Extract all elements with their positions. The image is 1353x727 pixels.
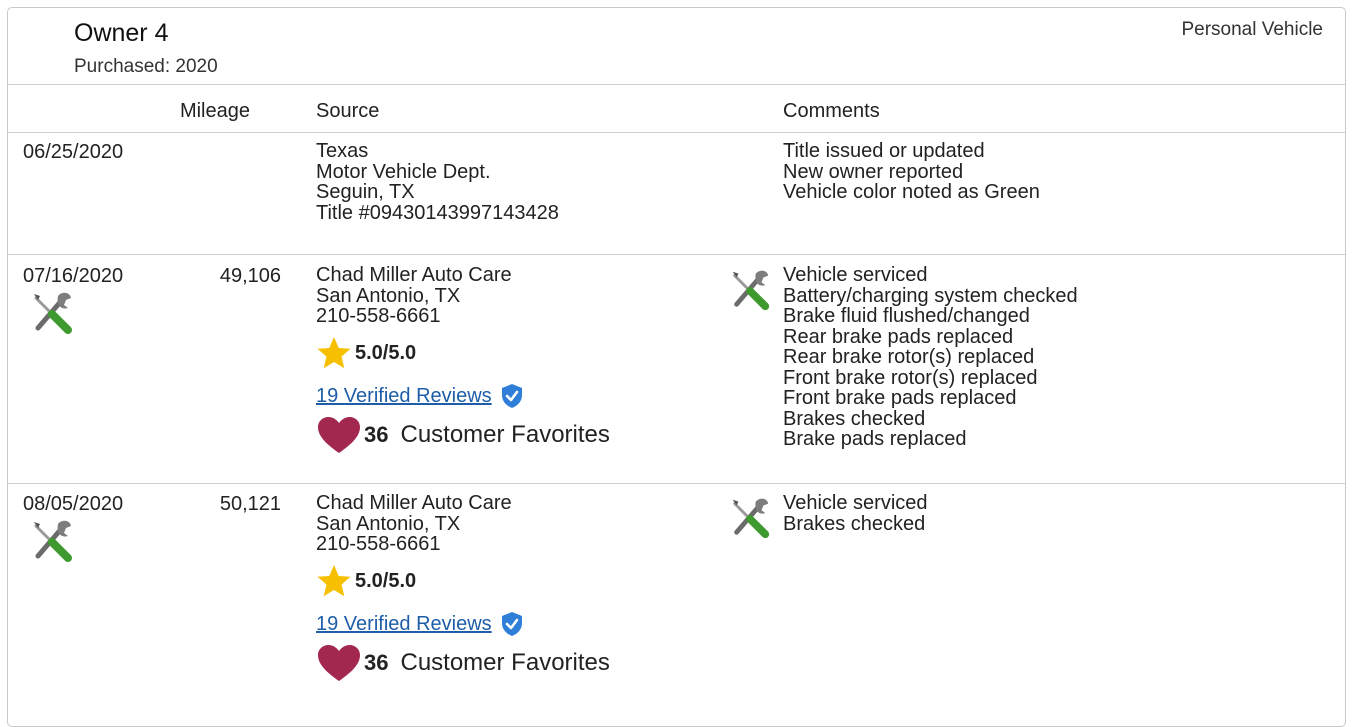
shop-location: San Antonio, TX	[316, 284, 461, 307]
comment-line: Title issued or updated	[783, 140, 985, 162]
header-divider	[8, 84, 1345, 85]
shop-rating: 5.0/5.0	[316, 563, 416, 599]
record-source: Texas Motor Vehicle Dept. Seguin, TX Tit…	[316, 141, 559, 223]
purchased-year: Purchased: 2020	[74, 56, 218, 77]
comment-line: New owner reported	[783, 160, 964, 183]
favorites-label: Customer Favorites	[400, 421, 610, 448]
heart-icon	[318, 417, 360, 453]
record-mileage: 49,106	[219, 265, 281, 287]
customer-favorites: 36 Customer Favorites	[316, 643, 610, 683]
wrench-screwdriver-icon	[28, 516, 76, 564]
record-date: 08/05/2020	[23, 493, 124, 515]
owner-history-card: Owner 4 Purchased: 2020 Personal Vehicle…	[7, 7, 1346, 727]
shop-name: Chad Miller Auto Care	[316, 492, 512, 514]
shop-location: San Antonio, TX	[316, 512, 461, 535]
reviews-label[interactable]: 19 Verified Reviews	[316, 613, 492, 636]
customer-favorites: 36 Customer Favorites	[316, 415, 610, 455]
comment-line: Vehicle serviced	[783, 264, 928, 286]
star-icon	[317, 565, 351, 597]
row-divider	[8, 254, 1345, 255]
verified-shield-icon	[501, 384, 522, 408]
favorites-count: 36	[364, 650, 389, 675]
wrench-screwdriver-icon	[28, 288, 76, 336]
verified-reviews-link[interactable]: 19 Verified Reviews	[316, 383, 524, 409]
star-icon	[317, 337, 351, 369]
shop-phone: 210-558-6661	[316, 305, 441, 327]
source-line: Motor Vehicle Dept.	[316, 160, 491, 183]
columns-divider	[8, 132, 1345, 133]
source-line: Texas	[316, 140, 369, 162]
comment-line: Brake fluid flushed/changed	[783, 305, 1030, 327]
comment-line: Vehicle color noted as Green	[783, 181, 1040, 203]
comment-line: Battery/charging system checked	[783, 284, 1078, 307]
favorites-label: Customer Favorites	[400, 649, 610, 676]
vehicle-type: Personal Vehicle	[1181, 19, 1323, 40]
column-header-mileage: Mileage	[179, 100, 250, 122]
heart-icon	[318, 645, 360, 681]
comment-line: Brakes checked	[783, 407, 926, 430]
comment-line: Vehicle serviced	[783, 492, 928, 514]
rating-value: 5.0/5.0	[355, 341, 417, 364]
comment-line: Brakes checked	[783, 512, 926, 535]
shop-name: Chad Miller Auto Care	[316, 264, 512, 286]
record-source: Chad Miller Auto Care San Antonio, TX 21…	[316, 493, 512, 555]
comment-line: Rear brake rotor(s) replaced	[783, 346, 1035, 368]
wrench-screwdriver-icon	[727, 266, 773, 312]
comment-line: Front brake pads replaced	[783, 387, 1017, 409]
record-source: Chad Miller Auto Care San Antonio, TX 21…	[316, 265, 512, 327]
source-line: Seguin, TX	[316, 181, 415, 203]
record-comments: Title issued or updated New owner report…	[783, 141, 1040, 203]
column-header-source: Source	[316, 100, 380, 122]
verified-reviews-link[interactable]: 19 Verified Reviews	[316, 611, 524, 637]
record-date: 07/16/2020	[23, 265, 124, 287]
record-date: 06/25/2020	[23, 141, 124, 163]
reviews-label[interactable]: 19 Verified Reviews	[316, 385, 492, 408]
favorites-count: 36	[364, 422, 389, 447]
owner-title: Owner 4	[74, 19, 169, 47]
rating-value: 5.0/5.0	[355, 569, 417, 592]
comment-line: Brake pads replaced	[783, 428, 967, 450]
comment-line: Rear brake pads replaced	[783, 325, 1014, 348]
verified-shield-icon	[501, 612, 522, 636]
source-line: Title #09430143997143428	[316, 201, 559, 224]
comment-line: Front brake rotor(s) replaced	[783, 366, 1038, 389]
record-mileage: 50,121	[219, 493, 281, 515]
wrench-screwdriver-icon	[727, 494, 773, 540]
row-divider	[8, 483, 1345, 484]
shop-rating: 5.0/5.0	[316, 335, 416, 371]
shop-phone: 210-558-6661	[316, 533, 441, 555]
column-header-comments: Comments	[783, 100, 880, 122]
record-comments: Vehicle serviced Brakes checked	[783, 493, 928, 534]
record-comments: Vehicle serviced Battery/charging system…	[783, 265, 1078, 450]
